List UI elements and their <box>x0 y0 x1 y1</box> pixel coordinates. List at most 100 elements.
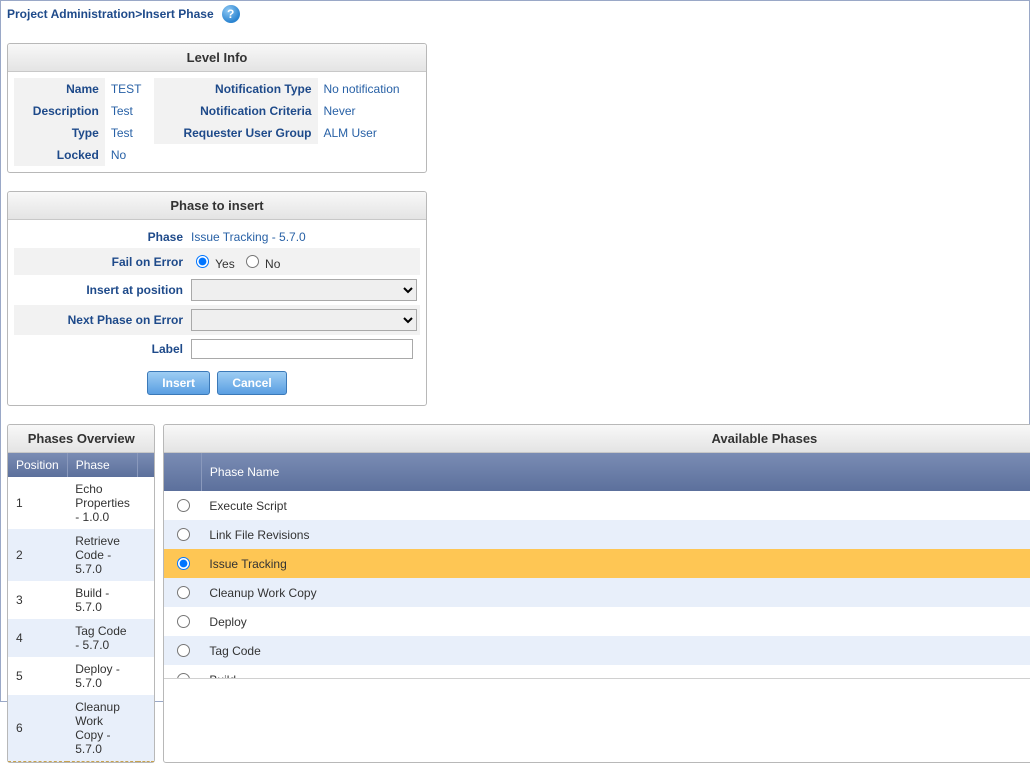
phase-radio[interactable] <box>177 528 190 541</box>
cell-position: 4 <box>8 619 67 657</box>
level-info-label: Type <box>14 122 105 144</box>
cell-phase: Deploy - 5.7.0 <box>67 657 138 695</box>
cell-phase: Tag Code - 5.7.0 <box>67 619 138 657</box>
level-info-table: NameTESTNotification TypeNo notification… <box>14 78 420 166</box>
col-action <box>138 453 155 477</box>
cell-phase-name: Issue Tracking <box>201 549 1030 578</box>
cell-phase-name: Build <box>201 665 1030 678</box>
insert-button[interactable]: Insert <box>147 371 210 395</box>
cancel-button[interactable]: Cancel <box>217 371 286 395</box>
table-row[interactable]: 2Retrieve Code - 5.7.0 <box>8 529 154 581</box>
phase-value: Issue Tracking - 5.7.0 <box>191 230 306 244</box>
cell-position: 6 <box>8 695 67 762</box>
cell-action <box>138 477 155 529</box>
cell-phase: Retrieve Code - 5.7.0 <box>67 529 138 581</box>
table-row[interactable]: 4Tag Code - 5.7.0 <box>8 619 154 657</box>
label-input[interactable] <box>191 339 413 359</box>
level-info-label: Requester User Group <box>154 122 317 144</box>
phase-form-panel: Phase to insert Phase Issue Tracking - 5… <box>7 191 427 406</box>
level-info-value: Test <box>105 122 155 144</box>
phases-overview-panel: Phases Overview Position Phase 1Echo Pro… <box>7 424 155 763</box>
fail-on-error-label: Fail on Error <box>16 255 191 269</box>
col-radio <box>164 453 201 491</box>
table-row[interactable]: Issue Tracking5.7.0COREIKAN <box>164 549 1030 578</box>
cell-phase-name: Tag Code <box>201 636 1030 665</box>
phase-radio[interactable] <box>177 557 190 570</box>
level-info-label: Locked <box>14 144 105 166</box>
cell-phase: Echo Properties - 1.0.0 <box>67 477 138 529</box>
breadcrumb: Project Administration>Insert Phase <box>7 7 214 21</box>
level-info-value: No <box>105 144 155 166</box>
level-info-label: Notification Type <box>154 78 317 100</box>
cell-radio <box>164 520 201 549</box>
cell-action <box>138 657 155 695</box>
phase-radio[interactable] <box>177 499 190 512</box>
table-row[interactable]: Cleanup Work Copy5.7.0COREIKAN <box>164 578 1030 607</box>
level-info-value: Never <box>318 100 421 122</box>
level-info-label: Description <box>14 100 105 122</box>
cell-action <box>138 529 155 581</box>
phases-overview-title: Phases Overview <box>8 425 154 453</box>
available-hscroll[interactable] <box>164 678 1030 696</box>
phase-radio[interactable] <box>177 644 190 657</box>
cell-phase-name: Deploy <box>201 607 1030 636</box>
phase-form-title: Phase to insert <box>8 192 426 220</box>
help-icon[interactable]: ? <box>222 5 240 23</box>
cell-phase-name: Execute Script <box>201 491 1030 520</box>
table-row[interactable]: Link File Revisions5.7.0COREIKAN <box>164 520 1030 549</box>
fail-no-option[interactable]: No <box>241 252 281 271</box>
level-info-value: ALM User <box>318 122 421 144</box>
cell-action <box>138 619 155 657</box>
cell-radio <box>164 665 201 678</box>
next-phase-label: Next Phase on Error <box>16 313 191 327</box>
cell-action <box>138 581 155 619</box>
table-row[interactable]: Build5.7.0COREIKAN <box>164 665 1030 678</box>
level-info-value: TEST <box>105 78 155 100</box>
level-info-panel: Level Info NameTESTNotification TypeNo n… <box>7 43 427 173</box>
cell-phase: Build - 5.7.0 <box>67 581 138 619</box>
table-row[interactable]: Deploy5.7.0COREIKAN <box>164 607 1030 636</box>
phase-radio[interactable] <box>177 615 190 628</box>
next-phase-select[interactable] <box>191 309 417 331</box>
cell-position: 1 <box>8 477 67 529</box>
fail-yes-option[interactable]: Yes <box>191 252 235 271</box>
table-row[interactable]: 5Deploy - 5.7.0 <box>8 657 154 695</box>
fail-yes-text: Yes <box>215 257 235 271</box>
available-phases-table: Phase Name Phase Version Execution Type … <box>164 453 1030 678</box>
available-scroll[interactable]: Phase Name Phase Version Execution Type … <box>164 453 1030 678</box>
fail-yes-radio[interactable] <box>196 255 209 268</box>
cell-position: 5 <box>8 657 67 695</box>
table-row[interactable]: 1Echo Properties - 1.0.0 <box>8 477 154 529</box>
col-phase: Phase <box>67 453 138 477</box>
level-info-value: No notification <box>318 78 421 100</box>
table-row[interactable]: 3Build - 5.7.0 <box>8 581 154 619</box>
available-phases-panel: Available Phases Phase Name Phase Versio… <box>163 424 1030 763</box>
fail-no-text: No <box>265 257 280 271</box>
cell-radio <box>164 549 201 578</box>
cell-position: 2 <box>8 529 67 581</box>
cell-radio <box>164 491 201 520</box>
cell-phase-name: Cleanup Work Copy <box>201 578 1030 607</box>
level-info-value: Test <box>105 100 155 122</box>
phase-radio[interactable] <box>177 673 190 678</box>
cell-radio <box>164 607 201 636</box>
fail-no-radio[interactable] <box>246 255 259 268</box>
phase-radio[interactable] <box>177 586 190 599</box>
level-info-label <box>154 144 317 166</box>
cell-position: 3 <box>8 581 67 619</box>
cell-phase-name: Link File Revisions <box>201 520 1030 549</box>
cell-radio <box>164 636 201 665</box>
phase-label: Phase <box>16 230 191 244</box>
table-row[interactable]: Execute Script5.7.0COREIKAN <box>164 491 1030 520</box>
label-label: Label <box>16 342 191 356</box>
col-position: Position <box>8 453 67 477</box>
available-phases-title: Available Phases <box>164 425 1030 453</box>
level-info-value <box>318 144 421 166</box>
table-row[interactable]: Tag Code5.7.0COREIKAN <box>164 636 1030 665</box>
table-row[interactable]: 6Cleanup Work Copy - 5.7.0 <box>8 695 154 762</box>
insert-at-label: Insert at position <box>16 283 191 297</box>
col-phase-name: Phase Name <box>201 453 1030 491</box>
insert-at-select[interactable] <box>191 279 417 301</box>
cell-action <box>138 695 155 762</box>
cell-phase: Cleanup Work Copy - 5.7.0 <box>67 695 138 762</box>
